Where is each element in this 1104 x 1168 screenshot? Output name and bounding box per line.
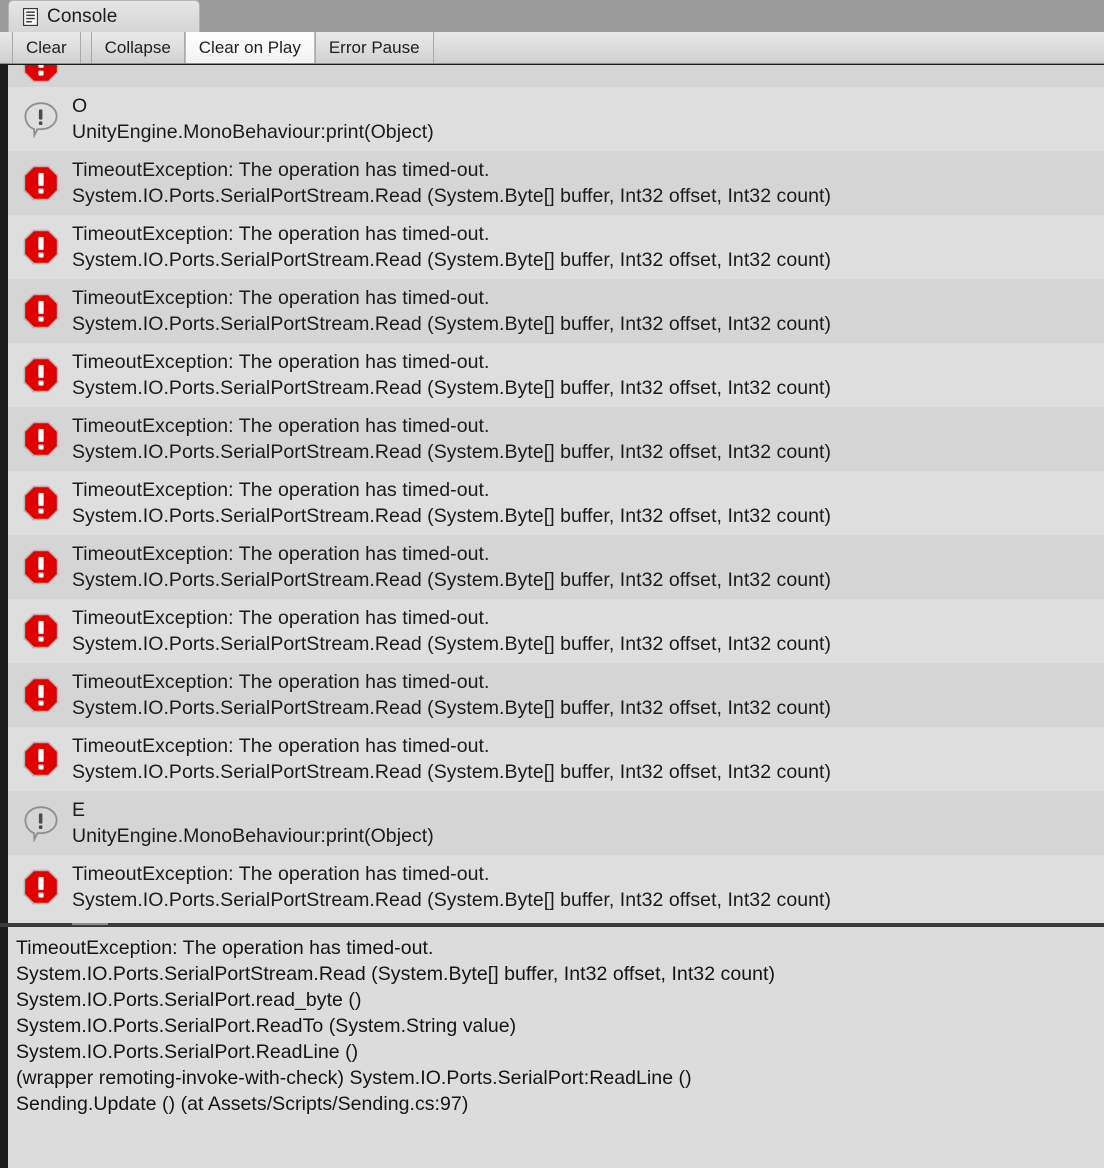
clear-button-label: Clear xyxy=(26,38,67,57)
log-entry-text: TimeoutException: The operation has time… xyxy=(64,605,1104,657)
log-entry-text: TimeoutException: The operation has time… xyxy=(64,669,1104,721)
error-octagon-icon xyxy=(18,609,64,653)
log-entry-line-1: TimeoutException: The operation has time… xyxy=(72,415,490,437)
collapse-button-label: Collapse xyxy=(104,38,171,57)
log-entry-text: TimeoutException: The operation has time… xyxy=(64,541,1104,593)
log-entry-line-2: System.IO.Ports.SerialPortStream.Read (S… xyxy=(72,185,832,207)
window-left-edge xyxy=(0,32,8,1168)
log-entry-row[interactable]: TimeoutException: The operation has time… xyxy=(8,279,1104,343)
log-entry-line-2: UnityEngine.MonoBehaviour:print(Object) xyxy=(72,121,434,143)
log-entry-line-1: TimeoutException: The operation has time… xyxy=(72,287,490,309)
log-entry-text: TimeoutException: The operation has time… xyxy=(64,349,1104,401)
log-entry-text: E UnityEngine.MonoBehaviour:print(Object) xyxy=(64,797,1104,849)
log-entry-text: TimeoutException: The operation has time… xyxy=(64,477,1104,529)
log-entry-line-1: TimeoutException: The operation has time… xyxy=(72,735,490,757)
log-entry-row[interactable]: TimeoutException: The operation has time… xyxy=(8,343,1104,407)
stack-trace-line: System.IO.Ports.SerialPort.read_byte () xyxy=(16,989,362,1011)
stack-trace-line: TimeoutException: The operation has time… xyxy=(16,937,434,959)
clear-on-play-button[interactable]: Clear on Play xyxy=(184,32,315,63)
unity-console-window: Console Clear Collapse Clear on Play Err… xyxy=(0,0,1104,1168)
error-octagon-icon xyxy=(18,545,64,589)
error-octagon-icon xyxy=(18,353,64,397)
console-toolbar: Clear Collapse Clear on Play Error Pause xyxy=(0,32,1104,64)
error-octagon-icon xyxy=(18,417,64,461)
splitter-grip xyxy=(72,923,108,925)
error-octagon-icon xyxy=(18,865,64,909)
log-entry-row[interactable]: TimeoutException: The operation has time… xyxy=(8,599,1104,663)
log-entry-line-2: System.IO.Ports.SerialPortStream.Read (S… xyxy=(72,441,832,463)
collapse-button[interactable]: Collapse xyxy=(90,32,185,63)
log-entry-line-1: TimeoutException: The operation has time… xyxy=(72,351,490,373)
log-entry-row[interactable]: TimeoutException: The operation has time… xyxy=(8,65,1104,87)
log-entry-line-1: TimeoutException: The operation has time… xyxy=(72,671,490,693)
log-entry-text: TimeoutException: The operation has time… xyxy=(64,157,1104,209)
log-entry-line-1: TimeoutException: The operation has time… xyxy=(72,479,490,501)
stack-trace-line: (wrapper remoting-invoke-with-check) Sys… xyxy=(16,1067,692,1089)
log-entry-row[interactable]: O UnityEngine.MonoBehaviour:print(Object) xyxy=(8,87,1104,151)
log-bubble-icon xyxy=(18,801,64,845)
stack-trace-panel[interactable]: TimeoutException: The operation has time… xyxy=(8,927,1104,1168)
log-entry-line-2: System.IO.Ports.SerialPortStream.Read (S… xyxy=(72,889,832,911)
error-pause-button-label: Error Pause xyxy=(328,38,420,57)
log-entry-text: TimeoutException: The operation has time… xyxy=(64,285,1104,337)
log-entry-line-2: UnityEngine.MonoBehaviour:print(Object) xyxy=(72,825,434,847)
log-entry-line-1: E xyxy=(72,799,86,821)
log-entry-text: TimeoutException: The operation has time… xyxy=(64,861,1104,913)
log-entry-line-2: System.IO.Ports.SerialPortStream.Read (S… xyxy=(72,505,832,527)
error-octagon-icon xyxy=(18,225,64,269)
stack-trace-line: System.IO.Ports.SerialPort.ReadLine () xyxy=(16,1041,359,1063)
stack-trace-line: System.IO.Ports.SerialPortStream.Read (S… xyxy=(16,963,776,985)
error-octagon-icon xyxy=(18,161,64,205)
log-entry-row[interactable]: TimeoutException: The operation has time… xyxy=(8,535,1104,599)
log-entry-line-2: System.IO.Ports.SerialPortStream.Read (S… xyxy=(72,65,1104,66)
log-entry-line-1: TimeoutException: The operation has time… xyxy=(72,223,490,245)
tab-console[interactable]: Console xyxy=(8,0,200,32)
error-pause-button[interactable]: Error Pause xyxy=(314,32,434,63)
log-entry-line-1: TimeoutException: The operation has time… xyxy=(72,543,490,565)
log-entry-line-2: System.IO.Ports.SerialPortStream.Read (S… xyxy=(72,377,832,399)
log-entry-text: TimeoutException: The operation has time… xyxy=(64,413,1104,465)
log-entry-line-2: System.IO.Ports.SerialPortStream.Read (S… xyxy=(72,761,832,783)
log-entry-row[interactable]: TimeoutException: The operation has time… xyxy=(8,471,1104,535)
log-entry-line-2: System.IO.Ports.SerialPortStream.Read (S… xyxy=(72,249,832,271)
log-entry-row[interactable]: TimeoutException: The operation has time… xyxy=(8,215,1104,279)
log-entry-row[interactable]: TimeoutException: The operation has time… xyxy=(8,151,1104,215)
log-entry-text: TimeoutException: The operation has time… xyxy=(64,733,1104,785)
log-entry-line-1: TimeoutException: The operation has time… xyxy=(72,863,490,885)
stack-trace-line: System.IO.Ports.SerialPort.ReadTo (Syste… xyxy=(16,1015,517,1037)
error-octagon-icon xyxy=(18,289,64,333)
log-entry-text: O UnityEngine.MonoBehaviour:print(Object) xyxy=(64,93,1104,145)
stack-trace-line: Sending.Update () (at Assets/Scripts/Sen… xyxy=(16,1093,469,1115)
clear-button[interactable]: Clear xyxy=(12,32,81,63)
error-octagon-icon xyxy=(18,65,64,87)
clear-on-play-button-label: Clear on Play xyxy=(198,38,301,57)
window-titlebar: Console xyxy=(0,0,1104,32)
log-entry-line-2: System.IO.Ports.SerialPortStream.Read (S… xyxy=(72,569,832,591)
log-entry-line-1: O xyxy=(72,95,88,117)
toolbar-gap xyxy=(81,32,91,63)
log-entry-line-2: System.IO.Ports.SerialPortStream.Read (S… xyxy=(72,313,832,335)
error-octagon-icon xyxy=(18,673,64,717)
console-document-icon xyxy=(23,7,38,26)
log-entry-line-2: System.IO.Ports.SerialPortStream.Read (S… xyxy=(72,697,832,719)
log-entry-line-2: System.IO.Ports.SerialPortStream.Read (S… xyxy=(72,633,832,655)
log-bubble-icon xyxy=(18,97,64,141)
log-entry-row[interactable]: E UnityEngine.MonoBehaviour:print(Object) xyxy=(8,791,1104,855)
log-entry-text: TimeoutException: The operation has time… xyxy=(64,221,1104,273)
tab-console-label: Console xyxy=(47,6,118,27)
log-entry-text: TimeoutException: The operation has time… xyxy=(64,65,1104,66)
console-log-list[interactable]: TimeoutException: The operation has time… xyxy=(8,65,1104,923)
log-entry-row[interactable]: TimeoutException: The operation has time… xyxy=(8,663,1104,727)
error-octagon-icon xyxy=(18,737,64,781)
log-entry-row[interactable]: TimeoutException: The operation has time… xyxy=(8,855,1104,919)
log-entry-line-1: TimeoutException: The operation has time… xyxy=(72,607,490,629)
log-entry-row[interactable]: TimeoutException: The operation has time… xyxy=(8,407,1104,471)
log-entry-line-1: TimeoutException: The operation has time… xyxy=(72,159,490,181)
log-entry-row[interactable]: TimeoutException: The operation has time… xyxy=(8,727,1104,791)
error-octagon-icon xyxy=(18,481,64,525)
